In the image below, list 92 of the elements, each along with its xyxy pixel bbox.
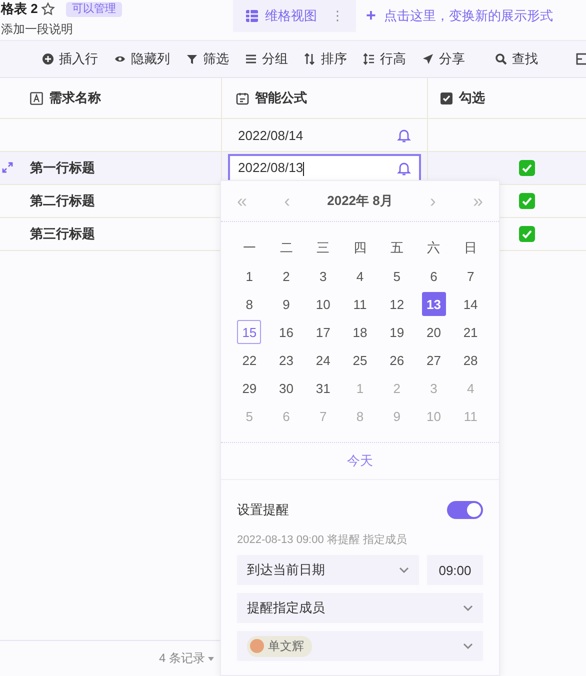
bell-icon[interactable] xyxy=(397,160,411,176)
calendar-day[interactable]: 13 xyxy=(422,292,446,316)
panel-icon[interactable] xyxy=(576,53,586,65)
table-cell: 第三行标题 xyxy=(30,225,95,243)
avatar-icon xyxy=(250,639,264,653)
search-icon xyxy=(495,53,507,65)
checkbox[interactable] xyxy=(519,226,535,242)
checkbox-icon xyxy=(440,92,453,104)
add-view-link[interactable]: + 点击这里，变换新的展示形式 xyxy=(366,0,553,32)
reminder-time-select[interactable]: 到达当前日期 xyxy=(237,555,419,585)
toolbar-button[interactable]: 分享 xyxy=(422,50,465,68)
calendar-day[interactable]: 10 xyxy=(311,292,336,316)
checkbox[interactable] xyxy=(519,160,535,176)
calendar-day[interactable]: 12 xyxy=(384,292,409,316)
list-icon xyxy=(245,53,257,65)
send-icon xyxy=(422,53,434,65)
date-field[interactable]: 2022/08/13 xyxy=(228,154,421,182)
weekday-label: 二 xyxy=(280,239,293,257)
toolbar-button[interactable]: 隐藏列 xyxy=(114,50,170,68)
reminder-info: 2022-08-13 09:00 将提醒 指定成员 xyxy=(237,532,408,547)
calendar-day[interactable]: 22 xyxy=(237,348,262,372)
toolbar-button[interactable]: 行高 xyxy=(363,50,406,68)
view-tab[interactable]: 维格视图 ⋮ xyxy=(233,0,356,32)
bell-icon[interactable] xyxy=(397,128,411,142)
calendar-day[interactable]: 23 xyxy=(274,348,298,372)
calendar-day[interactable]: 29 xyxy=(237,376,262,400)
chevron-down-icon xyxy=(463,605,473,611)
calendar-day[interactable]: 7 xyxy=(458,264,483,288)
calendar-day[interactable]: 21 xyxy=(458,320,483,344)
toolbar-button[interactable]: 查找 xyxy=(495,50,538,68)
toolbar-button[interactable]: 插入行 xyxy=(42,50,98,68)
calendar-day[interactable]: 17 xyxy=(311,320,336,344)
calendar-day[interactable]: 2 xyxy=(274,264,298,288)
reminder-label: 设置提醒 xyxy=(237,501,289,519)
calendar-day[interactable]: 15 xyxy=(237,320,262,344)
sheet-title: 格表 2 xyxy=(1,1,38,17)
reminder-toggle[interactable] xyxy=(447,501,483,519)
calendar-day[interactable]: 6 xyxy=(422,264,446,288)
calendar-day[interactable]: 20 xyxy=(422,320,446,344)
chevron-down-icon xyxy=(399,567,409,573)
calendar-day[interactable]: 28 xyxy=(458,348,483,372)
weekday-label: 六 xyxy=(427,239,440,257)
calendar-day[interactable]: 31 xyxy=(311,376,336,400)
member-select[interactable]: 单文辉 xyxy=(237,631,483,661)
weekday-label: 三 xyxy=(316,239,330,257)
description-text: 添加一段说明 xyxy=(1,21,74,38)
member-chip[interactable]: 单文辉 xyxy=(247,636,312,656)
calendar-day[interactable]: 24 xyxy=(311,348,336,372)
row-height-icon xyxy=(363,53,375,65)
calendar-day[interactable]: 27 xyxy=(422,348,446,372)
calendar-day[interactable]: 1 xyxy=(237,264,262,288)
star-icon[interactable] xyxy=(40,2,55,16)
calendar-day[interactable]: 11 xyxy=(348,292,372,316)
calendar-day[interactable]: 18 xyxy=(348,320,372,344)
calendar-day[interactable]: 9 xyxy=(274,292,298,316)
grid-icon xyxy=(245,9,259,23)
calendar-day[interactable]: 4 xyxy=(348,264,372,288)
calendar-day[interactable]: 14 xyxy=(458,292,483,316)
time-field[interactable]: 09:00 xyxy=(427,555,483,585)
calendar-icon xyxy=(236,92,249,104)
target-select[interactable]: 提醒指定成员 xyxy=(237,593,483,623)
toolbar-button[interactable]: 分组 xyxy=(245,50,288,68)
date-field[interactable]: 2022/08/14 xyxy=(228,121,421,149)
expand-icon[interactable] xyxy=(2,162,13,173)
weekday-label: 日 xyxy=(464,239,478,257)
calendar-day[interactable]: 3 xyxy=(311,264,336,288)
toolbar-button[interactable]: 筛选 xyxy=(186,50,229,68)
month-title: 2022年 8月 xyxy=(327,192,393,210)
calendar-day[interactable]: 8 xyxy=(237,292,262,316)
calendar-day[interactable]: 30 xyxy=(274,376,298,400)
filter-icon xyxy=(186,53,198,65)
column-header[interactable]: 智能公式 xyxy=(222,78,428,118)
table-cell: 第一行标题 xyxy=(30,159,95,177)
text-field-icon xyxy=(30,92,43,104)
plus-circle-icon xyxy=(42,53,54,65)
chevron-down-icon xyxy=(463,643,473,649)
column-header[interactable]: 需求名称 xyxy=(0,78,222,118)
permission-badge: 可以管理 xyxy=(66,2,122,16)
calendar-day[interactable]: 16 xyxy=(274,320,298,344)
checkbox[interactable] xyxy=(519,193,535,209)
column-header[interactable]: 勾选 xyxy=(428,78,586,118)
table-cell: 第二行标题 xyxy=(30,192,95,210)
weekday-label: 四 xyxy=(353,239,366,257)
weekday-label: 一 xyxy=(242,239,256,257)
calendar-day[interactable]: 19 xyxy=(384,320,409,344)
toolbar-button[interactable]: 排序 xyxy=(304,50,347,68)
caret-icon[interactable] xyxy=(208,656,214,660)
calendar-day[interactable]: 26 xyxy=(384,348,409,372)
calendar-day[interactable]: 25 xyxy=(348,348,372,372)
weekday-label: 五 xyxy=(390,239,404,257)
sort-icon xyxy=(304,53,316,65)
calendar-day[interactable]: 5 xyxy=(384,264,409,288)
